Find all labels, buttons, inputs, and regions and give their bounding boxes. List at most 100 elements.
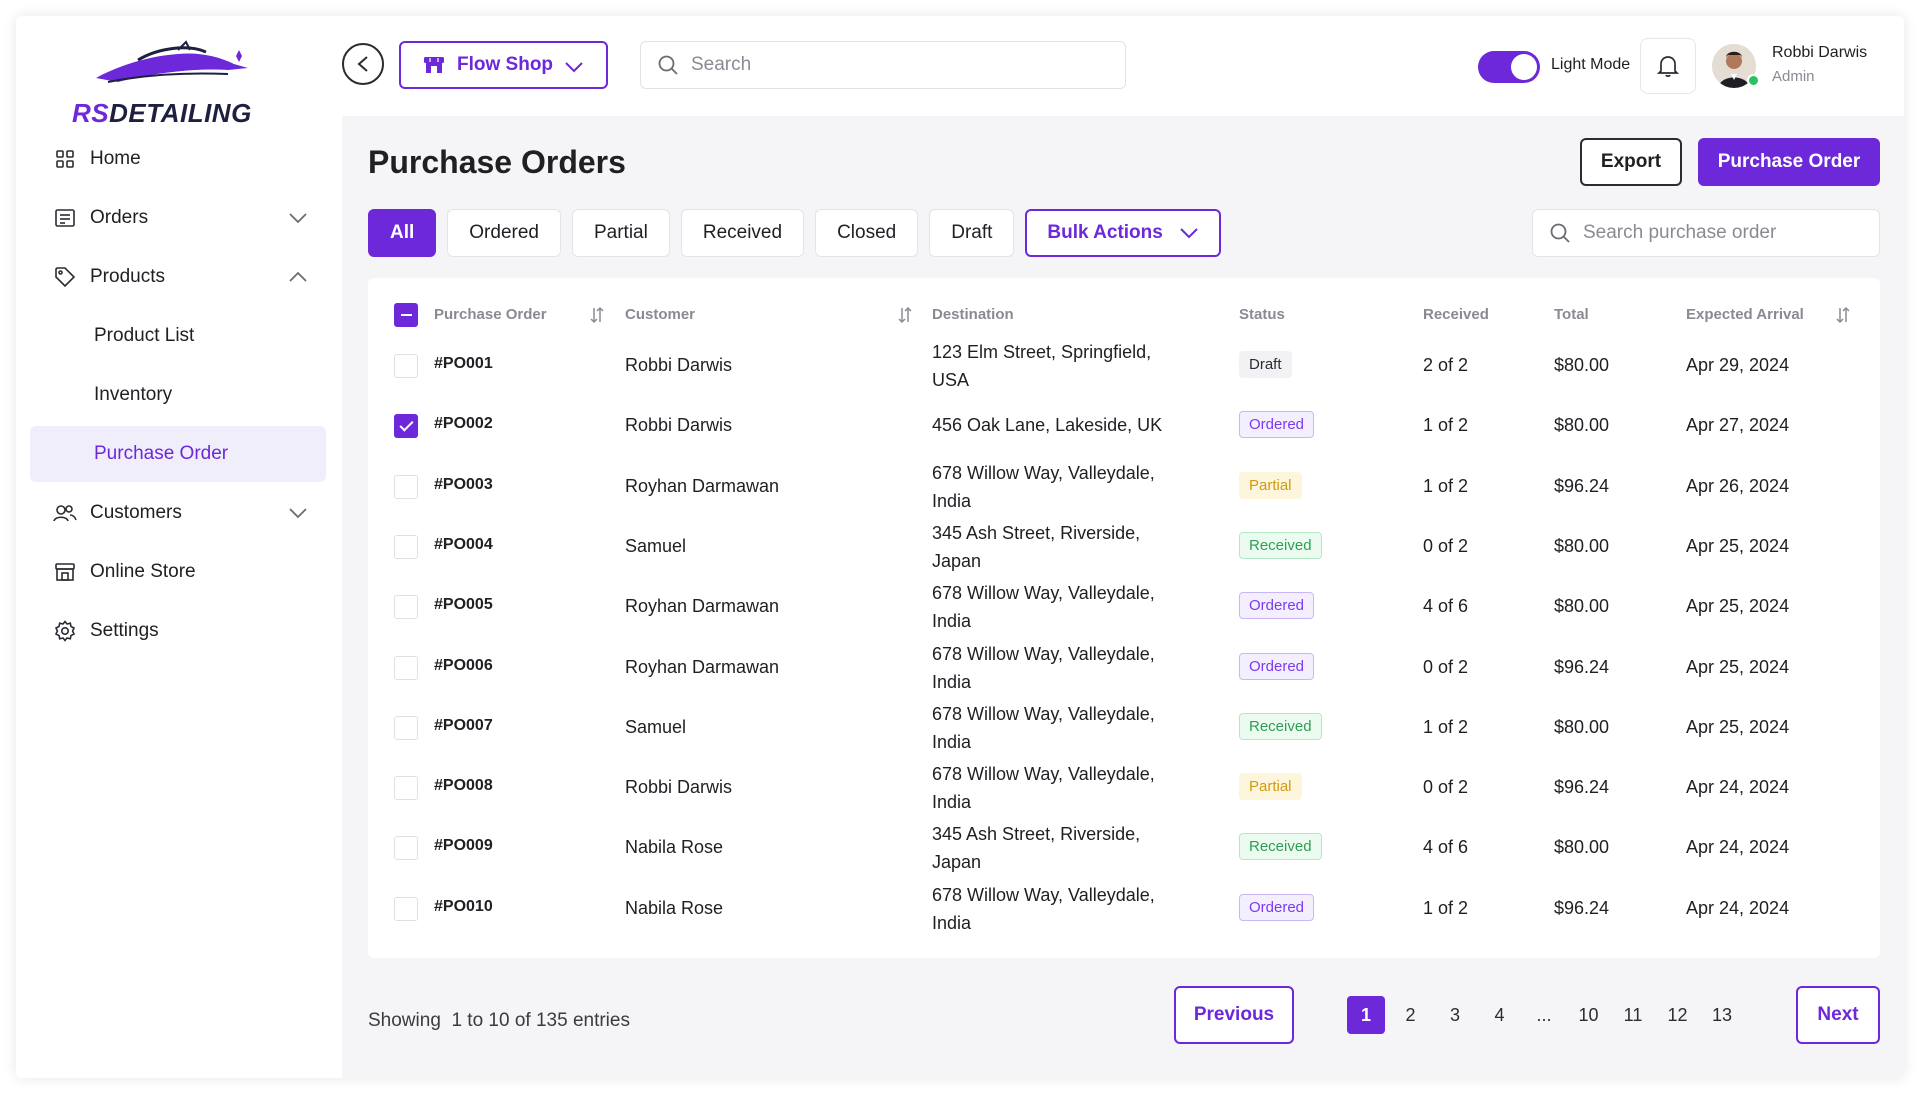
sidebar-item-online-store[interactable]: Online Store xyxy=(30,544,326,600)
light-mode-toggle[interactable] xyxy=(1478,51,1540,83)
tab-received[interactable]: Received xyxy=(680,209,805,257)
table-row[interactable]: #PO010 Nabila Rose 678 Willow Way, Valle… xyxy=(368,879,1880,939)
table-row[interactable]: #PO002 Robbi Darwis 456 Oak Lane, Lakesi… xyxy=(368,396,1880,456)
chevron-down-icon[interactable] xyxy=(288,503,308,525)
page-number-button[interactable]: 13 xyxy=(1703,996,1741,1034)
shop-selector[interactable]: Flow Shop xyxy=(399,41,608,89)
column-header-customer[interactable]: Customer xyxy=(625,306,695,323)
order-total: $96.24 xyxy=(1554,897,1610,918)
purchase-order-search-input[interactable] xyxy=(1583,222,1873,244)
po-number[interactable]: #PO008 xyxy=(434,777,493,795)
page-number-button[interactable]: 1 xyxy=(1347,996,1385,1034)
next-page-button[interactable]: Next xyxy=(1796,986,1880,1044)
search-icon xyxy=(658,55,678,75)
car-logo-icon xyxy=(96,40,248,83)
sidebar-item-inventory[interactable]: Inventory xyxy=(30,367,326,423)
sidebar-item-home[interactable]: Home xyxy=(30,131,326,187)
tab-draft[interactable]: Draft xyxy=(929,209,1015,257)
table-row[interactable]: #PO009 Nabila Rose 345 Ash Street, River… xyxy=(368,818,1880,878)
received-count: 1 of 2 xyxy=(1423,716,1469,737)
po-number[interactable]: #PO003 xyxy=(434,476,493,494)
po-number[interactable]: #PO010 xyxy=(434,898,493,916)
sidebar-item-label: Inventory xyxy=(94,384,173,405)
page-number-button[interactable]: 11 xyxy=(1614,996,1652,1034)
sidebar-nav: Home Orders Products Product List Invent… xyxy=(30,131,326,662)
tab-closed[interactable]: Closed xyxy=(815,209,919,257)
expected-arrival: Apr 25, 2024 xyxy=(1686,656,1790,677)
sidebar-item-orders[interactable]: Orders xyxy=(30,190,326,246)
sidebar-item-settings[interactable]: Settings xyxy=(30,603,326,659)
table-row[interactable]: #PO004 Samuel 345 Ash Street, Riverside,… xyxy=(368,517,1880,577)
page-number-button[interactable]: 12 xyxy=(1659,996,1697,1034)
bulk-actions-dropdown[interactable]: Bulk Actions xyxy=(1025,209,1221,257)
po-number[interactable]: #PO002 xyxy=(434,415,493,433)
back-button[interactable] xyxy=(342,43,384,85)
row-checkbox[interactable] xyxy=(394,896,418,921)
destination-line-2: USA xyxy=(932,370,970,390)
order-total: $80.00 xyxy=(1554,535,1610,556)
sidebar-item-purchase-order[interactable]: Purchase Order xyxy=(30,426,326,482)
row-checkbox[interactable] xyxy=(394,595,418,620)
sort-icon[interactable] xyxy=(896,306,914,329)
destination: 678 Willow Way, Valleydale, India xyxy=(932,881,1192,937)
po-number[interactable]: #PO007 xyxy=(434,717,493,735)
page-number-button[interactable]: 4 xyxy=(1481,996,1519,1034)
sort-icon[interactable] xyxy=(588,306,606,329)
row-checkbox[interactable] xyxy=(394,655,418,680)
table-row[interactable]: #PO005 Royhan Darmawan 678 Willow Way, V… xyxy=(368,577,1880,637)
sidebar-item-products[interactable]: Products xyxy=(30,249,326,305)
order-total: $80.00 xyxy=(1554,355,1610,375)
previous-page-button[interactable]: Previous xyxy=(1174,986,1294,1044)
sidebar-item-label: Customers xyxy=(90,502,182,523)
po-number[interactable]: #PO005 xyxy=(434,596,493,614)
sidebar-item-label: Online Store xyxy=(90,561,196,582)
destination-line-1: 123 Elm Street, Springfield, xyxy=(932,342,1152,362)
row-checkbox[interactable] xyxy=(394,354,418,378)
chevron-down-icon[interactable] xyxy=(288,208,308,230)
destination: 345 Ash Street, Riverside, Japan xyxy=(932,820,1192,876)
tab-ordered[interactable]: Ordered xyxy=(447,209,561,257)
tab-partial[interactable]: Partial xyxy=(571,209,670,257)
po-number[interactable]: #PO009 xyxy=(434,837,493,855)
select-all-checkbox[interactable] xyxy=(394,303,418,327)
row-checkbox[interactable] xyxy=(394,474,418,499)
row-checkbox[interactable] xyxy=(394,414,418,439)
po-number[interactable]: #PO006 xyxy=(434,657,493,675)
bell-icon xyxy=(1657,56,1679,77)
entries-summary: Showing 1 to 10 of 135 entries xyxy=(368,1010,630,1032)
po-number[interactable]: #PO001 xyxy=(434,355,493,373)
customer-name: Nabila Rose xyxy=(625,897,724,918)
sidebar-item-product-list[interactable]: Product List xyxy=(30,308,326,364)
destination-line-1: 678 Willow Way, Valleydale, xyxy=(932,643,1155,664)
sidebar-item-customers[interactable]: Customers xyxy=(30,485,326,541)
chevron-up-icon[interactable] xyxy=(288,267,308,289)
table-row[interactable]: #PO003 Royhan Darmawan 678 Willow Way, V… xyxy=(368,457,1880,517)
received-count: 0 of 2 xyxy=(1423,777,1469,798)
create-purchase-order-button[interactable]: Purchase Order xyxy=(1698,138,1880,186)
export-button[interactable]: Export xyxy=(1580,138,1682,186)
row-checkbox[interactable] xyxy=(394,534,418,559)
tab-all[interactable]: All xyxy=(368,209,437,257)
showing-label: Showing xyxy=(368,1010,441,1031)
expected-arrival: Apr 25, 2024 xyxy=(1686,596,1790,617)
table-row[interactable]: #PO001 Robbi Darwis 123 Elm Street, Spri… xyxy=(368,336,1880,396)
table-row[interactable]: #PO006 Royhan Darmawan 678 Willow Way, V… xyxy=(368,638,1880,698)
table-row[interactable]: #PO008 Robbi Darwis 678 Willow Way, Vall… xyxy=(368,758,1880,818)
row-checkbox[interactable] xyxy=(394,836,418,861)
status-badge: Partial xyxy=(1239,773,1302,801)
po-number[interactable]: #PO004 xyxy=(434,536,493,554)
row-checkbox[interactable] xyxy=(394,715,418,740)
sort-icon[interactable] xyxy=(1834,306,1852,329)
page-number-button[interactable]: 10 xyxy=(1570,996,1608,1034)
expected-arrival: Apr 27, 2024 xyxy=(1686,415,1790,436)
column-header-expected-arrival[interactable]: Expected Arrival xyxy=(1686,306,1804,323)
page-number-button[interactable]: 2 xyxy=(1392,996,1430,1034)
notifications-button[interactable] xyxy=(1640,38,1696,94)
table-row[interactable]: #PO007 Samuel 678 Willow Way, Valleydale… xyxy=(368,698,1880,758)
page-number-button[interactable]: 3 xyxy=(1436,996,1474,1034)
logo[interactable]: RSDETAILING xyxy=(72,38,272,128)
status-badge: Ordered xyxy=(1239,893,1315,921)
column-header-purchase-order[interactable]: Purchase Order xyxy=(434,306,547,323)
search-input[interactable] xyxy=(691,54,1071,76)
row-checkbox[interactable] xyxy=(394,776,418,801)
